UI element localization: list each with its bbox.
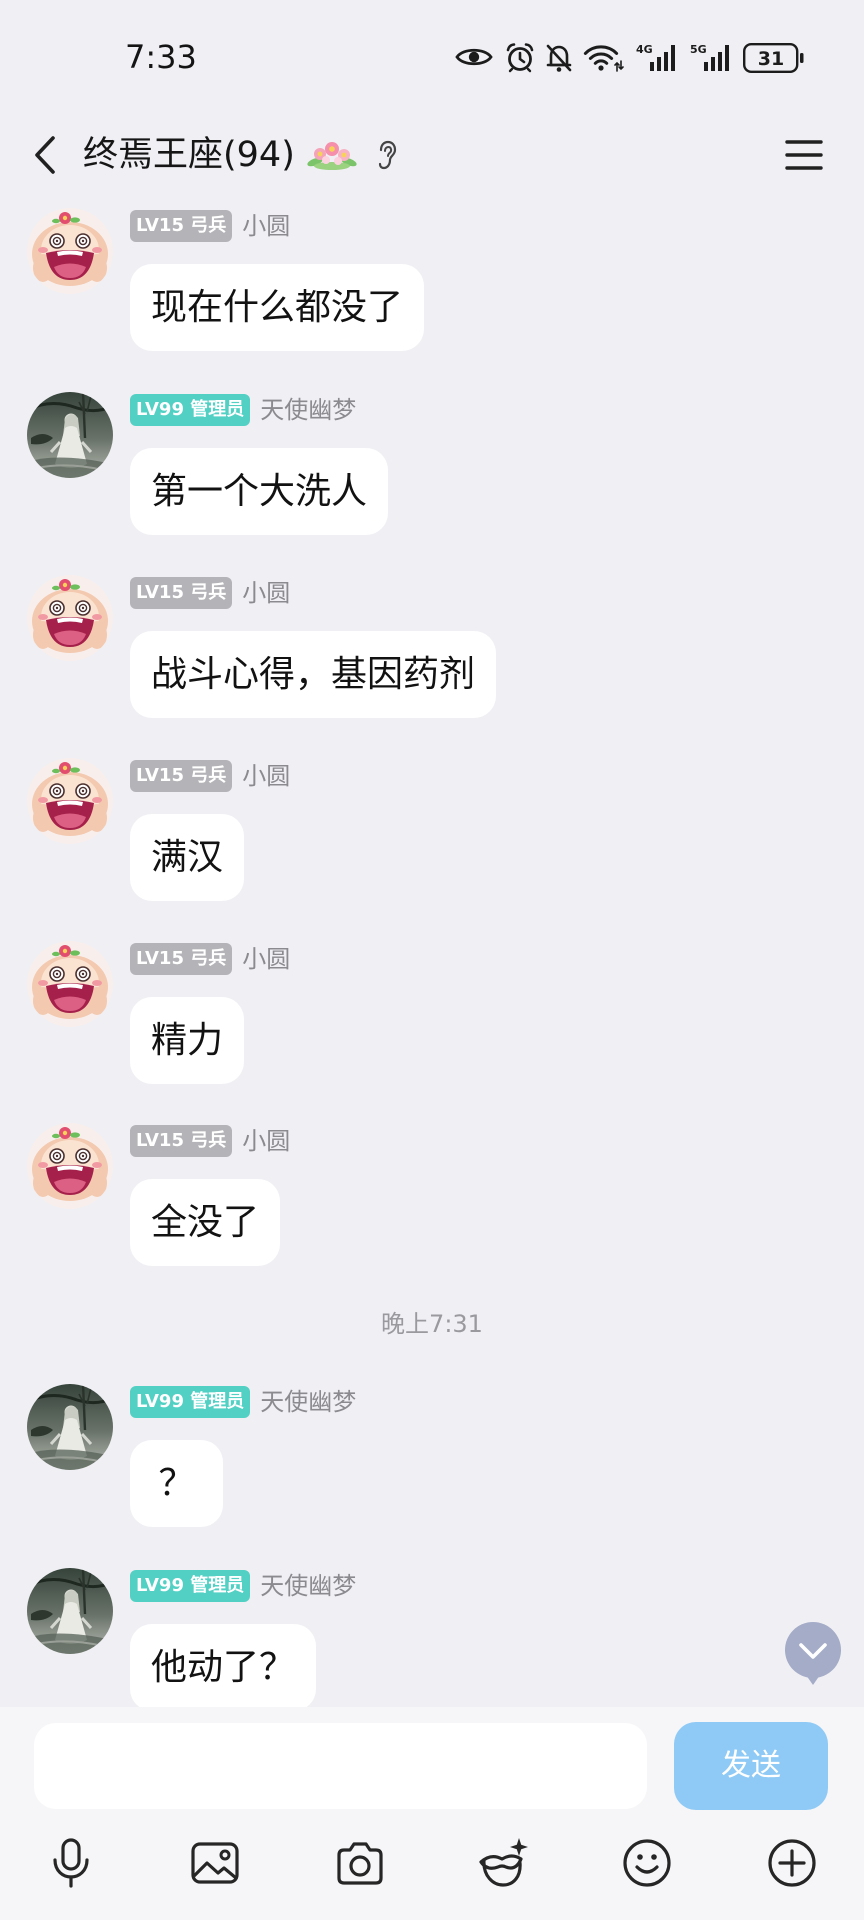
mic-icon [53, 1838, 89, 1888]
avatar[interactable] [27, 758, 113, 844]
avatar[interactable] [27, 392, 113, 478]
avatar-xiaoyuan [27, 208, 113, 294]
sender-name: 天使幽梦 [260, 1388, 357, 1416]
signal-4g-icon: 4G [636, 43, 675, 71]
avatar-xiaoyuan [27, 941, 113, 1027]
message: LV15 弓兵 小圆 全没了 [0, 1123, 864, 1307]
send-button[interactable]: 发送 [674, 1722, 828, 1810]
avatar[interactable] [27, 941, 113, 1027]
ear-icon [378, 140, 397, 170]
magic-emoji-button[interactable] [475, 1836, 529, 1890]
emoji-button[interactable] [620, 1836, 674, 1890]
voice-button[interactable] [44, 1836, 98, 1890]
avatar[interactable] [27, 1568, 113, 1654]
message-bubble[interactable]: 第一个大洗人 [130, 448, 389, 535]
message-bubble[interactable]: 满汉 [130, 814, 245, 901]
level-badge: LV15 弓兵 [130, 210, 233, 242]
message: LV15 弓兵 小圆 现在什么都没了 [0, 208, 864, 392]
camera-button[interactable] [333, 1836, 387, 1890]
battery-icon: 31 [743, 43, 804, 74]
sender-meta: LV15 弓兵 小圆 [130, 210, 290, 242]
avatar-tianshi [27, 1384, 113, 1470]
level-badge: LV15 弓兵 [130, 1125, 233, 1157]
level-badge: LV99 管理员 [130, 1386, 251, 1418]
sender-name: 小圆 [242, 945, 291, 973]
message-input[interactable] [34, 1723, 647, 1809]
sender-name: 小圆 [242, 1127, 291, 1155]
avatar-xiaoyuan [27, 1123, 113, 1209]
sender-name: 小圆 [242, 762, 291, 790]
avatar-xiaoyuan [27, 758, 113, 844]
back-button[interactable] [26, 133, 70, 177]
signal-4g-label: 4G [636, 43, 653, 56]
bell-off-icon [546, 44, 572, 72]
message-bubble[interactable]: 精力 [130, 997, 245, 1084]
level-badge: LV15 弓兵 [130, 577, 233, 609]
sender-meta: LV99 管理员 天使幽梦 [130, 394, 356, 426]
message: LV99 管理员 天使幽梦 第一个大洗人 [0, 392, 864, 576]
message: LV15 弓兵 小圆 满汉 [0, 758, 864, 942]
chevron-down-icon [785, 1622, 841, 1685]
sender-meta: LV15 弓兵 小圆 [130, 577, 290, 609]
level-badge: LV99 管理员 [130, 1570, 251, 1602]
scroll-down-button[interactable] [784, 1621, 842, 1687]
camera-icon [337, 1842, 383, 1885]
message-bubble[interactable]: ？ [130, 1440, 223, 1527]
sender-name: 小圆 [242, 579, 291, 607]
time-divider: 晚上7:31 [381, 1310, 483, 1338]
sender-name: 天使幽梦 [260, 1572, 357, 1600]
image-icon [191, 1842, 239, 1884]
alarm-icon [506, 43, 534, 73]
level-badge: LV15 弓兵 [130, 760, 233, 792]
battery-level: 31 [758, 48, 784, 70]
message-bubble[interactable]: 全没了 [130, 1179, 281, 1266]
status-time: 7:33 [125, 38, 197, 76]
avatar[interactable] [27, 208, 113, 294]
message-bubble[interactable]: 战斗心得，基因药剂 [130, 631, 497, 718]
chat-area[interactable]: LV15 弓兵 小圆 现在什么都没了 LV99 管理员 天使幽梦 第一个大洗人 … [0, 0, 864, 1707]
sender-meta: LV99 管理员 天使幽梦 [130, 1386, 356, 1418]
sender-name: 小圆 [242, 212, 291, 240]
plus-circle-icon [768, 1839, 816, 1887]
message-bubble[interactable]: 现在什么都没了 [130, 264, 425, 351]
message: LV15 弓兵 小圆 战斗心得，基因药剂 [0, 575, 864, 759]
flower-badge-icon [307, 142, 357, 170]
message: LV99 管理员 天使幽梦 ？ [0, 1384, 864, 1568]
message-bubble[interactable]: 他动了？ [130, 1624, 317, 1707]
menu-icon [785, 140, 823, 170]
signal-5g-icon: 5G [690, 43, 729, 71]
sender-name: 天使幽梦 [260, 396, 357, 424]
level-badge: LV15 弓兵 [130, 943, 233, 975]
more-button[interactable] [765, 1836, 819, 1890]
sender-meta: LV15 弓兵 小圆 [130, 760, 290, 792]
group-title: 终焉王座(94) [83, 135, 295, 175]
eye-icon [455, 48, 493, 66]
smile-icon [623, 1839, 671, 1887]
avatar[interactable] [27, 1384, 113, 1470]
sender-meta: LV99 管理员 天使幽梦 [130, 1570, 356, 1602]
signal-5g-label: 5G [690, 43, 707, 56]
sender-meta: LV15 弓兵 小圆 [130, 943, 290, 975]
avatar-xiaoyuan [27, 575, 113, 661]
avatar-tianshi [27, 1568, 113, 1654]
back-arrow-icon [35, 136, 55, 174]
avatar[interactable] [27, 1123, 113, 1209]
avatar-tianshi [27, 392, 113, 478]
wifi-icon [583, 45, 624, 72]
menu-button[interactable] [784, 138, 824, 172]
album-button[interactable] [188, 1836, 242, 1890]
mask-sparkle-icon [479, 1838, 528, 1887]
message: LV15 弓兵 小圆 精力 [0, 941, 864, 1125]
avatar[interactable] [27, 575, 113, 661]
level-badge: LV99 管理员 [130, 394, 251, 426]
sender-meta: LV15 弓兵 小圆 [130, 1125, 290, 1157]
message: LV99 管理员 天使幽梦 他动了？ [0, 1568, 864, 1707]
